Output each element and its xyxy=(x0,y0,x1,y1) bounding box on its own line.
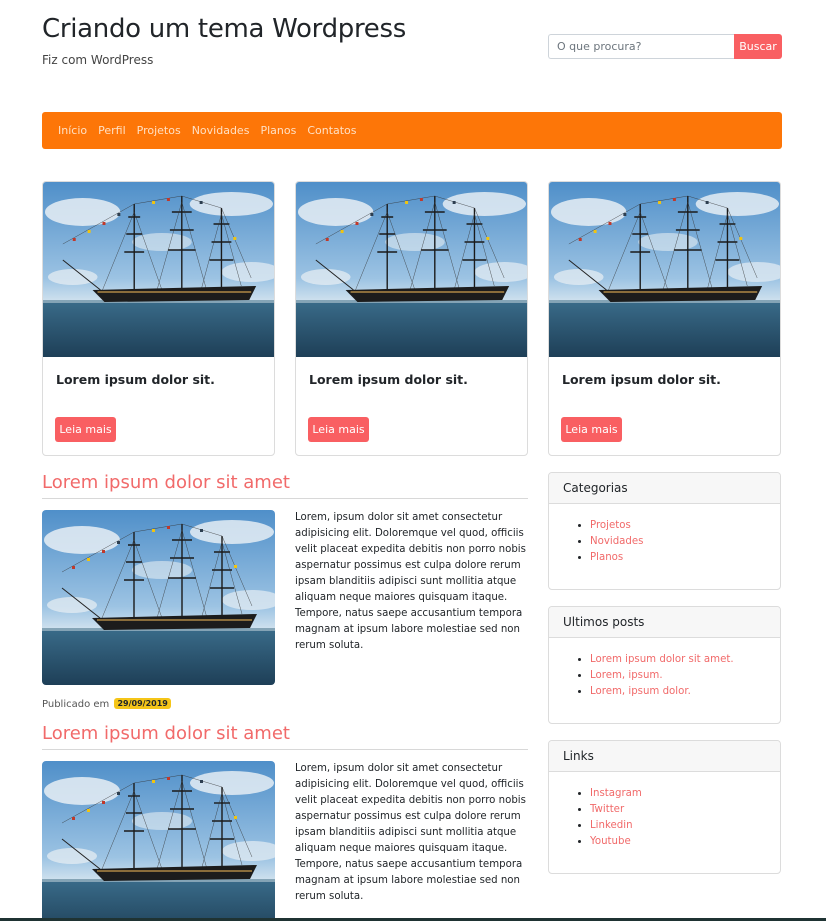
widget-header: Links xyxy=(549,741,780,772)
published-label: Publicado em xyxy=(42,699,110,710)
list-item: Instagram xyxy=(590,786,780,802)
search-button[interactable]: Buscar xyxy=(734,34,782,59)
widget-recent-posts: Ultimos posts Lorem ipsum dolor sit amet… xyxy=(548,606,781,724)
card-title: Lorem ipsum dolor sit. xyxy=(56,372,215,387)
category-link[interactable]: Novidades xyxy=(590,536,643,547)
recent-post-link[interactable]: Lorem ipsum dolor sit amet. xyxy=(590,654,734,665)
nav-link-planos[interactable]: Planos xyxy=(260,124,296,137)
card-image xyxy=(549,182,780,357)
nav-link-inicio[interactable]: Início xyxy=(58,124,87,137)
site-tagline: Fiz com WordPress xyxy=(42,53,154,67)
post-excerpt: Lorem, ipsum dolor sit amet consectetur … xyxy=(295,763,526,902)
read-more-button[interactable]: Leia mais xyxy=(561,417,622,442)
read-more-button[interactable]: Leia mais xyxy=(55,417,116,442)
list-item: Twitter xyxy=(590,802,780,818)
post-image xyxy=(42,510,275,685)
nav-link-perfil[interactable]: Perfil xyxy=(98,124,126,137)
post-divider xyxy=(42,498,528,499)
site-title[interactable]: Criando um tema Wordpress xyxy=(42,14,406,44)
post-divider xyxy=(42,749,528,750)
widget-header: Ultimos posts xyxy=(549,607,780,638)
widget-links: Links Instagram Twitter Linkedin Youtube xyxy=(548,740,781,874)
list-item: Youtube xyxy=(590,834,780,850)
post-image xyxy=(42,761,275,921)
recent-post-link[interactable]: Lorem, ipsum dolor. xyxy=(590,686,691,697)
nav-link-projetos[interactable]: Projetos xyxy=(137,124,181,137)
search-form: Buscar xyxy=(548,34,782,59)
post-meta: Publicado em 29/09/2019 xyxy=(42,698,171,710)
main-navbar: Início Perfil Projetos Novidades Planos … xyxy=(42,112,782,149)
list-item: Lorem ipsum dolor sit amet. xyxy=(590,652,780,668)
featured-card: Lorem ipsum dolor sit. Leia mais xyxy=(548,181,781,456)
nav-link-novidades[interactable]: Novidades xyxy=(192,124,250,137)
widget-list: Projetos Novidades Planos xyxy=(549,504,780,566)
post-excerpt: Lorem, ipsum dolor sit amet consectetur … xyxy=(295,512,526,651)
twitter-link[interactable]: Twitter xyxy=(590,804,624,815)
widget-header: Categorias xyxy=(549,473,780,504)
list-item: Projetos xyxy=(590,518,780,534)
nav-link-contatos[interactable]: Contatos xyxy=(307,124,356,137)
post-title[interactable]: Lorem ipsum dolor sit amet xyxy=(42,472,290,493)
date-badge: 29/09/2019 xyxy=(114,698,171,709)
card-image xyxy=(43,182,274,357)
instagram-link[interactable]: Instagram xyxy=(590,788,642,799)
card-title: Lorem ipsum dolor sit. xyxy=(562,372,721,387)
featured-card: Lorem ipsum dolor sit. Leia mais xyxy=(42,181,275,456)
list-item: Lorem, ipsum dolor. xyxy=(590,684,780,700)
list-item: Lorem, ipsum. xyxy=(590,668,780,684)
widget-list: Lorem ipsum dolor sit amet. Lorem, ipsum… xyxy=(549,638,780,700)
list-item: Linkedin xyxy=(590,818,780,834)
list-item: Novidades xyxy=(590,534,780,550)
widget-list: Instagram Twitter Linkedin Youtube xyxy=(549,772,780,850)
list-item: Planos xyxy=(590,550,780,566)
youtube-link[interactable]: Youtube xyxy=(590,836,631,847)
category-link[interactable]: Projetos xyxy=(590,520,631,531)
linkedin-link[interactable]: Linkedin xyxy=(590,820,633,831)
search-input[interactable] xyxy=(548,34,734,59)
category-link[interactable]: Planos xyxy=(590,552,623,563)
card-title: Lorem ipsum dolor sit. xyxy=(309,372,468,387)
read-more-button[interactable]: Leia mais xyxy=(308,417,369,442)
featured-card: Lorem ipsum dolor sit. Leia mais xyxy=(295,181,528,456)
post-title[interactable]: Lorem ipsum dolor sit amet xyxy=(42,723,290,744)
card-image xyxy=(296,182,527,357)
recent-post-link[interactable]: Lorem, ipsum. xyxy=(590,670,663,681)
widget-categories: Categorias Projetos Novidades Planos xyxy=(548,472,781,590)
